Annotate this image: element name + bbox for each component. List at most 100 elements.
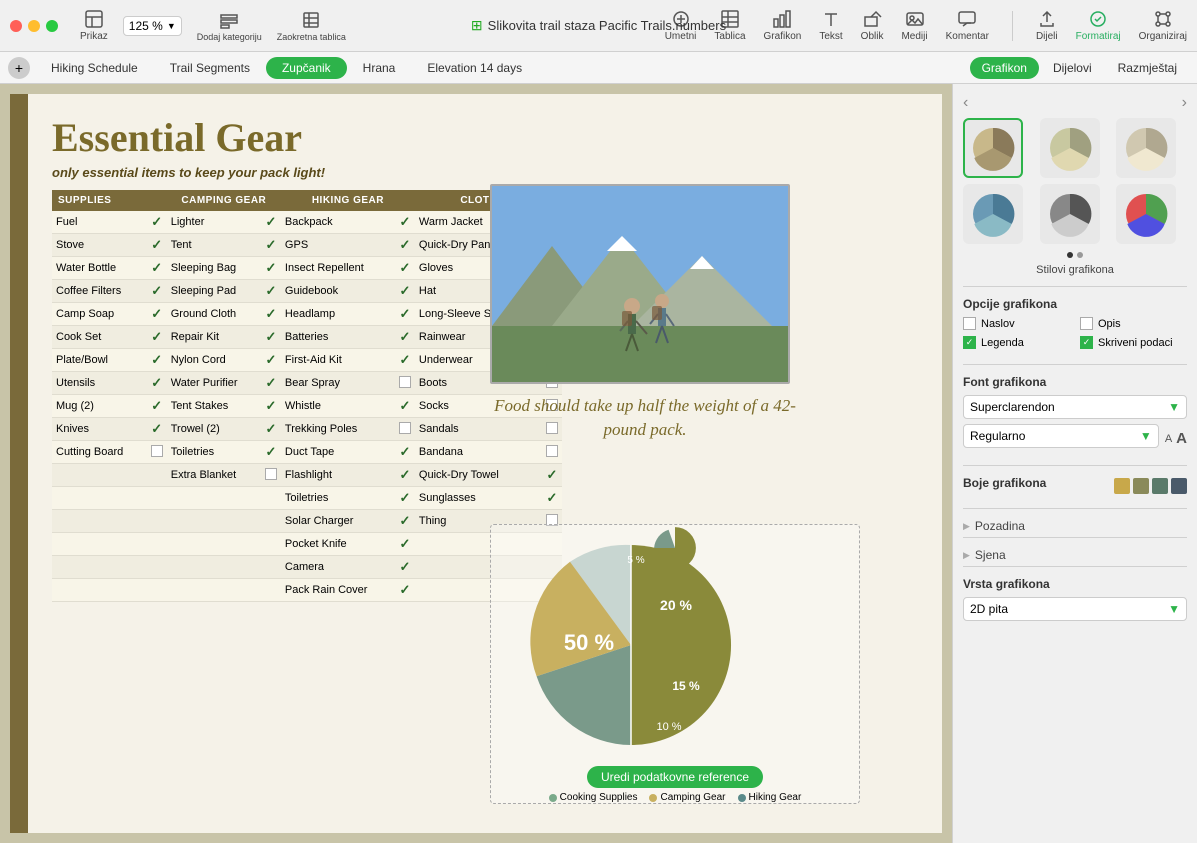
cell-check[interactable] bbox=[261, 510, 281, 533]
cell-check[interactable]: ✓ bbox=[147, 349, 167, 372]
cell-check[interactable] bbox=[261, 464, 281, 487]
cell-check[interactable]: ✓ bbox=[395, 579, 415, 602]
cell-check[interactable] bbox=[147, 556, 167, 579]
uredi-button[interactable]: Uredi podatkovne reference bbox=[587, 766, 763, 788]
cell-check[interactable]: ✓ bbox=[261, 234, 281, 257]
fullscreen-button[interactable] bbox=[46, 20, 58, 32]
cell-check[interactable]: ✓ bbox=[261, 326, 281, 349]
cb-skriveni[interactable]: ✓ Skriveni podaci bbox=[1080, 336, 1187, 349]
oblik-button[interactable]: Oblik bbox=[861, 9, 884, 42]
cell-check[interactable] bbox=[147, 441, 167, 464]
tab-grafikon[interactable]: Grafikon bbox=[970, 57, 1039, 79]
prikaz-button[interactable]: Prikaz bbox=[80, 9, 108, 42]
cell-check[interactable]: ✓ bbox=[261, 303, 281, 326]
grafikon-button[interactable]: Grafikon bbox=[764, 9, 802, 42]
cell-check[interactable]: ✓ bbox=[261, 418, 281, 441]
close-button[interactable] bbox=[10, 20, 22, 32]
cell-check[interactable]: ✓ bbox=[147, 257, 167, 280]
tekst-button[interactable]: Tekst bbox=[819, 9, 842, 42]
mediji-button[interactable]: Mediji bbox=[901, 9, 927, 42]
cell-check[interactable]: ✓ bbox=[261, 349, 281, 372]
cell-check[interactable]: ✓ bbox=[261, 395, 281, 418]
cell-check[interactable]: ✓ bbox=[395, 257, 415, 280]
cell-check[interactable]: ✓ bbox=[395, 326, 415, 349]
cell-check[interactable] bbox=[395, 372, 415, 395]
cell-check[interactable]: ✓ bbox=[395, 510, 415, 533]
tab-razmjestaj[interactable]: Razmještaj bbox=[1106, 57, 1189, 79]
cell-check[interactable]: ✓ bbox=[542, 487, 562, 510]
font-style-select[interactable]: Regularno ▼ bbox=[963, 424, 1159, 448]
add-sheet-button[interactable]: + bbox=[8, 57, 30, 79]
cell-check[interactable] bbox=[542, 441, 562, 464]
swatch-2[interactable] bbox=[1133, 478, 1149, 494]
cell-check[interactable]: ✓ bbox=[261, 257, 281, 280]
swatch-4[interactable] bbox=[1171, 478, 1187, 494]
cell-check[interactable]: ✓ bbox=[147, 234, 167, 257]
cell-check[interactable]: ✓ bbox=[261, 280, 281, 303]
tab-elevation[interactable]: Elevation 14 days bbox=[411, 57, 538, 79]
chart-style-2[interactable] bbox=[1040, 118, 1100, 178]
cell-check[interactable]: ✓ bbox=[147, 372, 167, 395]
cell-check[interactable] bbox=[147, 487, 167, 510]
cell-check[interactable]: ✓ bbox=[395, 441, 415, 464]
cb-opis[interactable]: Opis bbox=[1080, 317, 1187, 330]
zoom-control[interactable]: 125 % ▼ bbox=[123, 16, 182, 36]
cell-check[interactable] bbox=[147, 533, 167, 556]
cell-check[interactable]: ✓ bbox=[147, 418, 167, 441]
cell-check[interactable] bbox=[147, 464, 167, 487]
cell-check[interactable]: ✓ bbox=[395, 556, 415, 579]
cell-check[interactable]: ✓ bbox=[147, 326, 167, 349]
pie-chart-container[interactable]: 50 % 20 % 15 % 10 % 5 % Uredi podatkovne… bbox=[490, 524, 860, 804]
cell-check[interactable]: ✓ bbox=[147, 303, 167, 326]
cb-naslov-box[interactable] bbox=[963, 317, 976, 330]
dodaj-kategoriju-button[interactable]: Dodaj kategoriju bbox=[197, 10, 262, 42]
cell-check[interactable]: ✓ bbox=[542, 464, 562, 487]
sjena-row[interactable]: ▶ Sjena bbox=[963, 544, 1187, 566]
tab-hiking-schedule[interactable]: Hiking Schedule bbox=[35, 57, 154, 79]
vrsta-select[interactable]: 2D pita ▼ bbox=[963, 597, 1187, 621]
next-arrow[interactable]: › bbox=[1182, 94, 1187, 112]
tab-zupcanik[interactable]: Zupčanik bbox=[266, 57, 347, 79]
cell-check[interactable] bbox=[261, 487, 281, 510]
tab-hrana[interactable]: Hrana bbox=[347, 57, 412, 79]
dijeli-button[interactable]: Dijeli bbox=[1036, 9, 1058, 42]
cell-check[interactable]: ✓ bbox=[147, 395, 167, 418]
cell-check[interactable]: ✓ bbox=[395, 349, 415, 372]
swatch-3[interactable] bbox=[1152, 478, 1168, 494]
cell-check[interactable]: ✓ bbox=[395, 280, 415, 303]
cell-check[interactable] bbox=[261, 579, 281, 602]
tab-trail-segments[interactable]: Trail Segments bbox=[154, 57, 266, 79]
cell-check[interactable]: ✓ bbox=[395, 211, 415, 234]
cb-skriveni-box[interactable]: ✓ bbox=[1080, 336, 1093, 349]
cell-check[interactable]: ✓ bbox=[395, 395, 415, 418]
font-name-select[interactable]: Superclarendon ▼ bbox=[963, 395, 1187, 419]
cell-check[interactable]: ✓ bbox=[395, 533, 415, 556]
cell-check[interactable]: ✓ bbox=[147, 280, 167, 303]
minimize-button[interactable] bbox=[28, 20, 40, 32]
chart-style-4[interactable] bbox=[963, 184, 1023, 244]
cell-check[interactable]: ✓ bbox=[395, 303, 415, 326]
cell-check[interactable]: ✓ bbox=[395, 487, 415, 510]
cell-check[interactable] bbox=[147, 579, 167, 602]
cell-check[interactable] bbox=[147, 510, 167, 533]
prev-arrow[interactable]: ‹ bbox=[963, 94, 968, 112]
tab-dijelovi[interactable]: Dijelovi bbox=[1041, 57, 1104, 79]
formatiraj-button[interactable]: Formatiraj bbox=[1076, 9, 1121, 42]
pozadina-row[interactable]: ▶ Pozadina bbox=[963, 515, 1187, 537]
cell-check[interactable]: ✓ bbox=[395, 234, 415, 257]
zaokretna-tablica-button[interactable]: Zaokretna tablica bbox=[277, 10, 346, 42]
chart-style-3[interactable] bbox=[1116, 118, 1176, 178]
chart-style-6[interactable] bbox=[1116, 184, 1176, 244]
chart-style-1[interactable] bbox=[963, 118, 1023, 178]
cell-check[interactable]: ✓ bbox=[261, 441, 281, 464]
cell-check[interactable] bbox=[261, 533, 281, 556]
cb-opis-box[interactable] bbox=[1080, 317, 1093, 330]
cb-legenda[interactable]: ✓ Legenda bbox=[963, 336, 1070, 349]
cb-legenda-box[interactable]: ✓ bbox=[963, 336, 976, 349]
cell-check[interactable]: ✓ bbox=[261, 372, 281, 395]
cell-check[interactable] bbox=[395, 418, 415, 441]
organiziraj-button[interactable]: Organiziraj bbox=[1139, 9, 1187, 42]
swatch-1[interactable] bbox=[1114, 478, 1130, 494]
cb-naslov[interactable]: Naslov bbox=[963, 317, 1070, 330]
cell-check[interactable]: ✓ bbox=[261, 211, 281, 234]
